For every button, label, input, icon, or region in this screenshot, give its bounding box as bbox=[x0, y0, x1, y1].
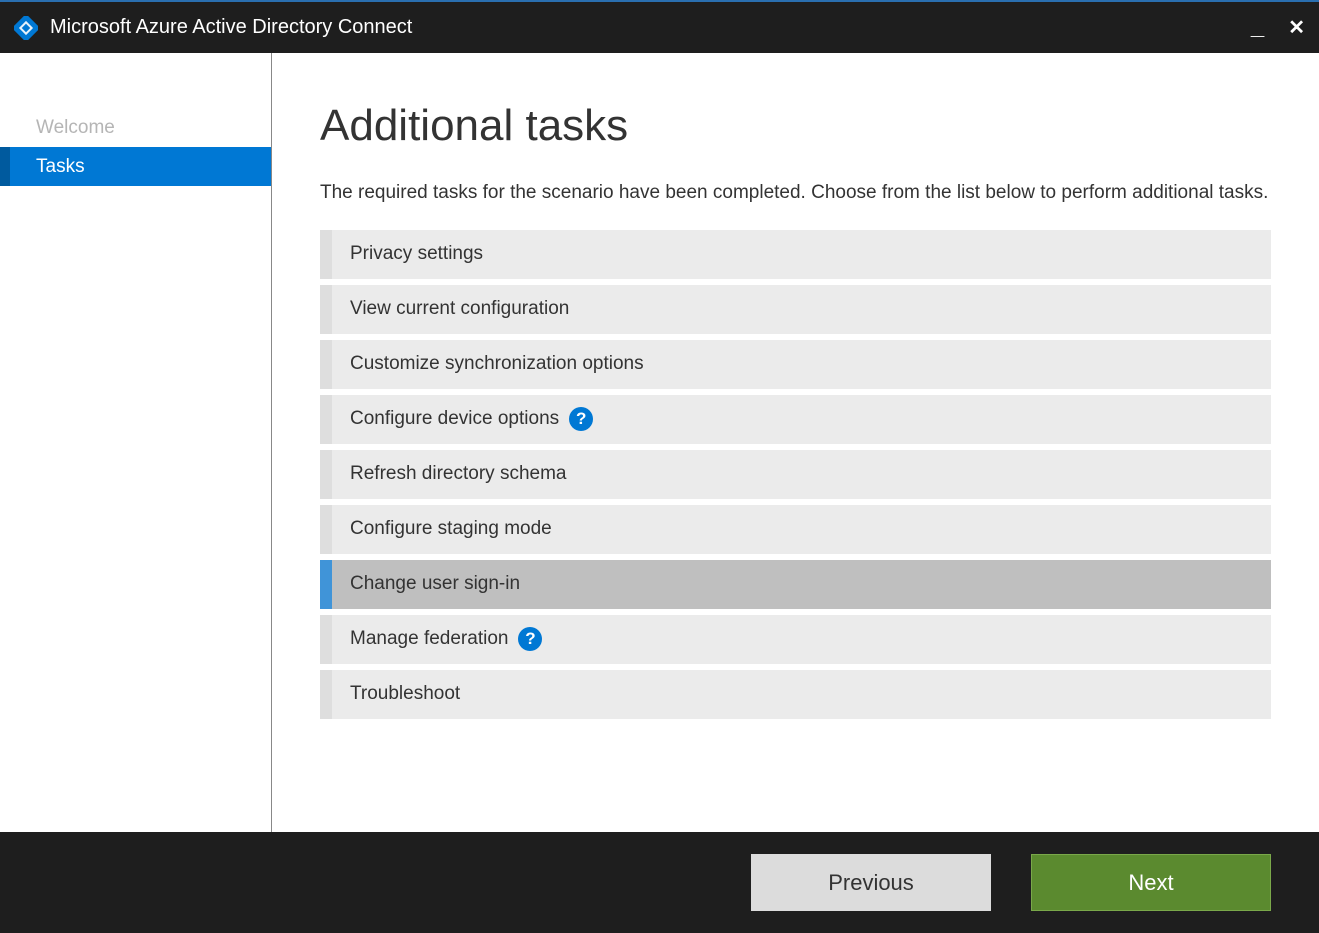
task-item-label: Manage federation bbox=[350, 628, 508, 650]
next-button[interactable]: Next bbox=[1031, 854, 1271, 911]
sidebar-item-tasks[interactable]: Tasks bbox=[0, 147, 271, 186]
task-item[interactable]: Manage federation? bbox=[320, 615, 1271, 664]
task-item-label: View current configuration bbox=[350, 298, 569, 320]
task-item[interactable]: Troubleshoot bbox=[320, 670, 1271, 719]
task-item[interactable]: Refresh directory schema bbox=[320, 450, 1271, 499]
page-description: The required tasks for the scenario have… bbox=[320, 179, 1271, 208]
task-item[interactable]: Configure staging mode bbox=[320, 505, 1271, 554]
sidebar-item-label: Tasks bbox=[36, 156, 85, 178]
titlebar: Microsoft Azure Active Directory Connect… bbox=[0, 0, 1319, 53]
task-item[interactable]: Customize synchronization options bbox=[320, 340, 1271, 389]
task-item-label: Refresh directory schema bbox=[350, 463, 566, 485]
task-item-label: Configure staging mode bbox=[350, 518, 552, 540]
task-item[interactable]: View current configuration bbox=[320, 285, 1271, 334]
help-icon[interactable]: ? bbox=[569, 407, 593, 431]
task-list: Privacy settings View current configurati… bbox=[320, 230, 1271, 719]
task-item-label: Troubleshoot bbox=[350, 683, 460, 705]
close-button[interactable]: ✕ bbox=[1288, 15, 1305, 40]
previous-button[interactable]: Previous bbox=[751, 854, 991, 911]
sidebar: Welcome Tasks bbox=[0, 53, 272, 832]
task-item[interactable]: Configure device options? bbox=[320, 395, 1271, 444]
task-item[interactable]: Change user sign-in bbox=[320, 560, 1271, 609]
help-icon[interactable]: ? bbox=[518, 627, 542, 651]
task-item-label: Privacy settings bbox=[350, 243, 483, 265]
sidebar-item-welcome[interactable]: Welcome bbox=[0, 108, 271, 147]
page-title: Additional tasks bbox=[320, 101, 1271, 151]
main-content: Additional tasks The required tasks for … bbox=[272, 53, 1319, 832]
task-item-label: Change user sign-in bbox=[350, 573, 520, 595]
task-item-label: Configure device options bbox=[350, 408, 559, 430]
footer: Previous Next bbox=[0, 832, 1319, 933]
window-controls: _ ✕ bbox=[1251, 15, 1305, 40]
body-area: Welcome Tasks Additional tasks The requir… bbox=[0, 53, 1319, 832]
task-item-label: Customize synchronization options bbox=[350, 353, 644, 375]
task-item[interactable]: Privacy settings bbox=[320, 230, 1271, 279]
azure-logo-icon bbox=[14, 16, 38, 40]
minimize-button[interactable]: _ bbox=[1251, 23, 1264, 33]
app-title: Microsoft Azure Active Directory Connect bbox=[50, 16, 1251, 39]
sidebar-item-label: Welcome bbox=[36, 117, 115, 139]
